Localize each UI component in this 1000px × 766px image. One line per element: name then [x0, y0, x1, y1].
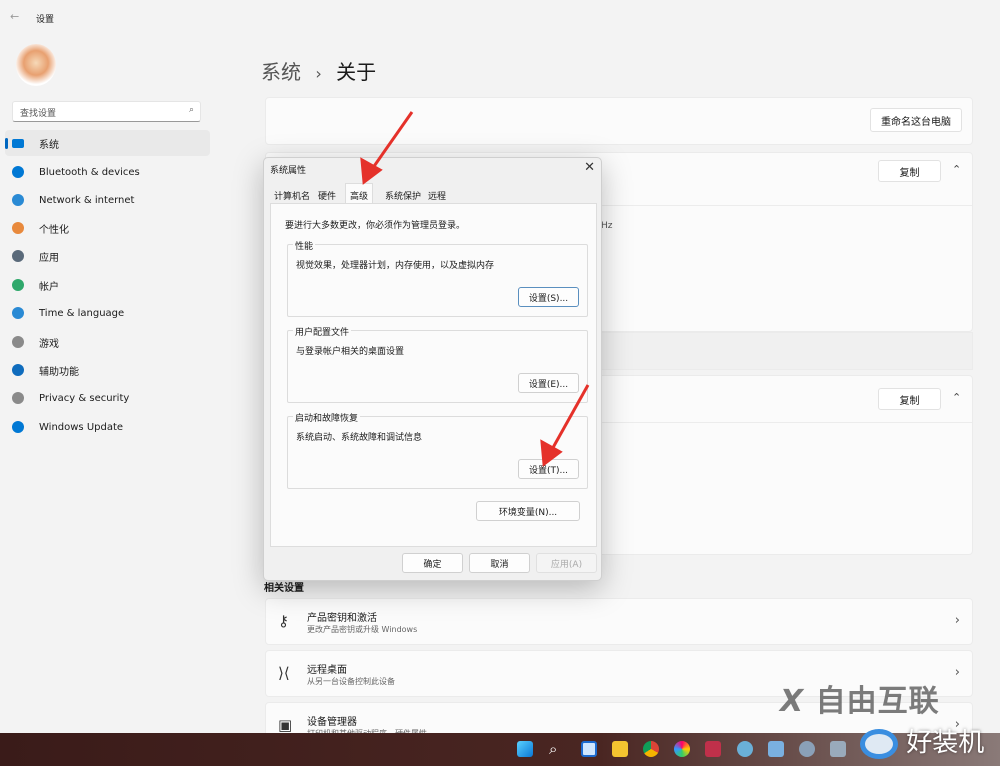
- watermark-haozhuangji-logo: 好装机: [860, 722, 984, 759]
- colorful-app-icon[interactable]: [674, 741, 690, 757]
- start-icon[interactable]: [517, 741, 533, 757]
- task-view-icon[interactable]: [581, 741, 597, 757]
- arrow-to-advanced-tab: [360, 111, 414, 185]
- system-properties-taskbar-icon[interactable]: [830, 741, 846, 757]
- watermark-ziyouhulian-logo: X 自由互联: [780, 684, 940, 719]
- search-taskbar-icon[interactable]: ⌕: [549, 741, 565, 757]
- taskbar: [0, 733, 1000, 766]
- photos-icon[interactable]: [768, 741, 784, 757]
- edge-icon[interactable]: [737, 741, 753, 757]
- arrow-to-startup-settings: [540, 384, 590, 467]
- chrome-icon[interactable]: [643, 741, 659, 757]
- settings-gear-icon[interactable]: [799, 741, 815, 757]
- annotation-arrows: [360, 111, 590, 467]
- file-explorer-icon[interactable]: [612, 741, 628, 757]
- app-icon[interactable]: [705, 741, 721, 757]
